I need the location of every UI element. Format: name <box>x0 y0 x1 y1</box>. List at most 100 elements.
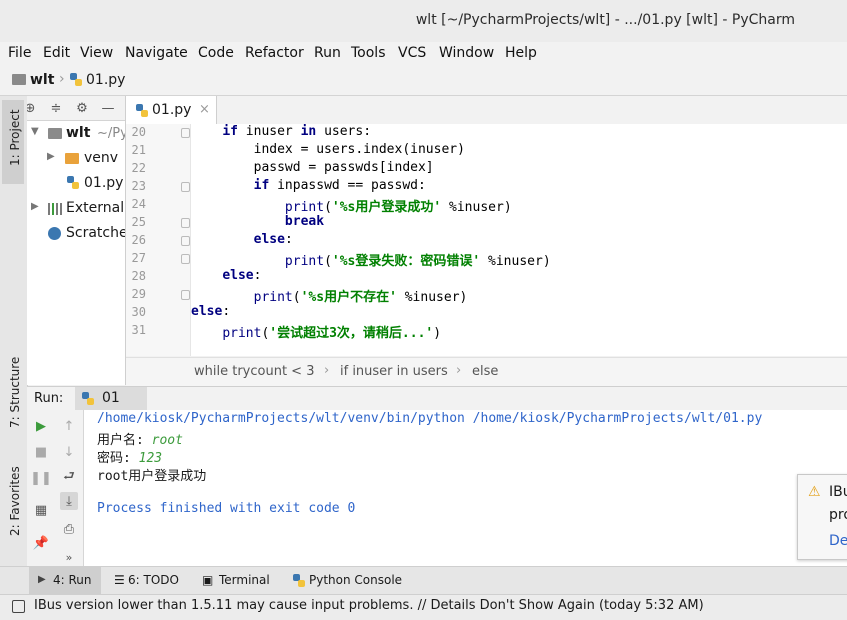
tab-01-py[interactable]: 01.py × <box>126 96 217 124</box>
menu-view[interactable]: View <box>80 45 113 61</box>
python-file-icon <box>136 104 148 117</box>
soft-wrap-icon[interactable]: ⮐ <box>60 469 78 487</box>
status-message[interactable]: IBus version lower than 1.5.11 may cause… <box>34 598 704 613</box>
tree-external-libraries[interactable]: External <box>66 200 124 216</box>
code-line-31: print('尝试超过3次，请稍后...') <box>222 326 442 341</box>
nav-separator-icon: › <box>59 71 65 87</box>
warning-icon: ⚠ <box>808 484 821 500</box>
more-icon[interactable]: » <box>60 548 78 566</box>
run-header: Run: 01 <box>27 386 847 412</box>
scroll-to-end-icon[interactable]: ⤓ <box>60 492 78 510</box>
line-number: 24 <box>131 197 146 211</box>
navigation-bar: wlt › 01.py <box>0 66 847 96</box>
run-toolbar: ▶ ↑ ■ ↓ ❚❚ ⮐ ⤓ ▦ ⎙ 📌 » <box>27 410 84 566</box>
breadcrumb-separator-icon: › <box>324 363 330 378</box>
chevron-right-icon[interactable]: ▶ <box>47 151 55 162</box>
menu-window[interactable]: Window <box>439 45 494 61</box>
rerun-icon[interactable]: ▶ <box>32 417 50 435</box>
tree-file[interactable]: 01.py <box>84 175 123 191</box>
chevron-right-icon[interactable]: ▶ <box>31 201 39 212</box>
todo-icon: ☰ <box>114 573 125 587</box>
console-command[interactable]: /home/kiosk/PycharmProjects/wlt/venv/bin… <box>97 411 762 426</box>
tree-venv[interactable]: venv <box>84 150 118 166</box>
menu-code[interactable]: Code <box>198 45 234 61</box>
python-console-icon <box>293 574 305 587</box>
fold-marker-icon[interactable] <box>181 128 190 138</box>
stop-icon[interactable]: ■ <box>32 443 50 461</box>
tree-scratches[interactable]: Scratche <box>66 225 125 241</box>
console-output: root用户登录成功 <box>97 469 207 484</box>
locate-icon[interactable]: ⊕ <box>27 99 39 117</box>
menu-navigate[interactable]: Navigate <box>125 45 188 61</box>
tab-python-console[interactable]: Python Console <box>309 573 402 587</box>
console-prompt: 密码: <box>97 451 131 466</box>
tree-root[interactable]: wlt <box>66 125 90 141</box>
menu-run[interactable]: Run <box>314 45 341 61</box>
hide-icon[interactable]: — <box>99 99 117 117</box>
code-line-22: passwd = passwds[index] <box>191 160 434 175</box>
project-panel: ⊕ ≑ ⚙ — ▼ wlt ~/Py ▶ venv 01.py ▶ Extern… <box>27 96 126 385</box>
menu-bar: File Edit View Navigate Code Refactor Ru… <box>0 42 847 66</box>
favorites-tool-label[interactable]: 2: Favorites <box>8 466 22 536</box>
project-tool-label[interactable]: 1: Project <box>8 109 22 166</box>
gear-icon[interactable]: ⚙ <box>73 99 91 117</box>
layout-icon[interactable]: ▦ <box>32 501 50 519</box>
tab-terminal[interactable]: Terminal <box>219 573 270 587</box>
chevron-down-icon[interactable]: ▼ <box>31 126 39 137</box>
run-icon: ▶ <box>38 574 46 585</box>
bottom-tool-tabs: ▶ 4: Run ☰ 6: TODO ▣ Terminal Python Con… <box>0 566 847 594</box>
tab-todo[interactable]: 6: TODO <box>128 573 179 587</box>
menu-file[interactable]: File <box>8 45 31 61</box>
close-icon[interactable]: × <box>199 102 210 117</box>
line-number: 28 <box>131 269 146 283</box>
tree-root-path: ~/Py <box>97 126 126 141</box>
pin-icon[interactable]: 📌 <box>32 534 50 552</box>
fold-marker-icon[interactable] <box>181 254 190 264</box>
console-user-input: root <box>151 433 183 448</box>
line-number: 23 <box>131 179 146 193</box>
balloon-text: IBu <box>829 484 847 500</box>
line-number: 31 <box>131 323 146 337</box>
code-line-30: else: <box>191 304 231 319</box>
code-line-24: print('%s用户登录成功' %inuser) <box>284 200 512 215</box>
status-indicator-icon[interactable] <box>12 600 25 613</box>
print-icon[interactable]: ⎙ <box>60 520 78 538</box>
fold-marker-icon[interactable] <box>181 290 190 300</box>
folder-icon <box>65 153 79 164</box>
breadcrumb-item[interactable]: if inuser in users <box>340 364 448 379</box>
collapse-icon[interactable]: ≑ <box>47 99 65 117</box>
python-file-icon <box>70 73 82 86</box>
code-editor[interactable]: if inuser in users: index = users.index(… <box>191 124 847 356</box>
breadcrumb-item[interactable]: else <box>472 364 498 379</box>
arrow-down-icon[interactable]: ↓ <box>60 443 78 461</box>
fold-marker-icon[interactable] <box>181 218 190 228</box>
menu-refactor[interactable]: Refactor <box>245 45 304 61</box>
pause-icon[interactable]: ❚❚ <box>30 469 52 487</box>
line-number: 27 <box>131 251 146 265</box>
menu-edit[interactable]: Edit <box>43 45 70 61</box>
line-number: 22 <box>131 161 146 175</box>
nav-project[interactable]: wlt <box>30 72 54 88</box>
tab-run[interactable]: ▶ 4: Run <box>29 567 101 594</box>
arrow-up-icon[interactable]: ↑ <box>60 417 78 435</box>
line-number: 29 <box>131 287 146 301</box>
editor-gutter: 20 21 22 23 24 25 26 27 28 29 30 31 <box>126 124 191 356</box>
breadcrumb-separator-icon: › <box>456 363 462 378</box>
console-exit-message: Process finished with exit code 0 <box>97 501 356 516</box>
run-console[interactable]: /home/kiosk/PycharmProjects/wlt/venv/bin… <box>84 410 847 566</box>
menu-vcs[interactable]: VCS <box>398 45 426 61</box>
menu-tools[interactable]: Tools <box>351 45 386 61</box>
nav-file[interactable]: 01.py <box>86 72 125 88</box>
scratches-icon <box>48 227 61 240</box>
console-line: 密码: 123 <box>97 447 162 466</box>
fold-marker-icon[interactable] <box>181 236 190 246</box>
balloon-link[interactable]: De <box>829 533 847 549</box>
breadcrumb-item[interactable]: while trycount < 3 <box>194 364 314 379</box>
python-file-icon <box>82 392 94 405</box>
run-config-tab[interactable]: 01 <box>75 387 147 411</box>
structure-tool-label[interactable]: 7: Structure <box>8 357 22 428</box>
fold-marker-icon[interactable] <box>181 182 190 192</box>
library-icon <box>48 202 62 215</box>
menu-help[interactable]: Help <box>505 45 537 61</box>
notification-balloon[interactable]: ⚠ IBu pro De <box>797 474 847 560</box>
